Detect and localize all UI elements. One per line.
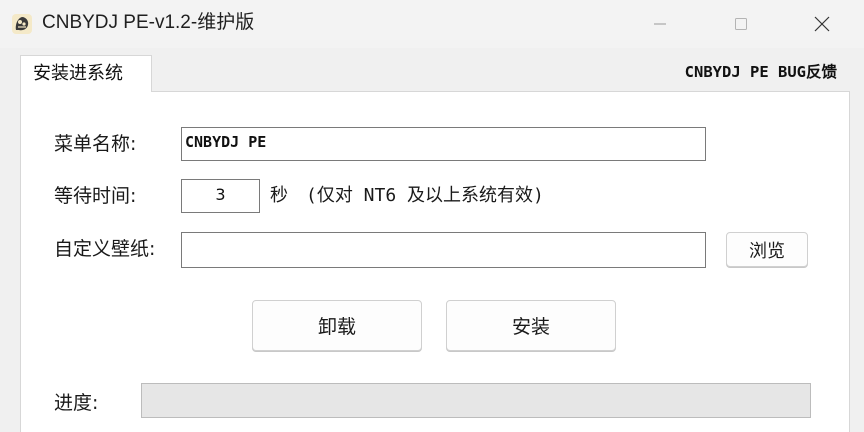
progress-label: 进度:	[54, 392, 99, 414]
wallpaper-input[interactable]	[181, 232, 706, 268]
wait-time-input[interactable]: 3	[181, 179, 260, 213]
window-title: CNBYDJ PE-v1.2-维护版	[42, 12, 255, 33]
menu-name-label: 菜单名称:	[54, 133, 137, 155]
close-icon	[814, 16, 830, 32]
close-button[interactable]	[800, 0, 844, 48]
install-button[interactable]: 安装	[446, 300, 616, 351]
title-bar: CNBYDJ PE-v1.2-维护版	[0, 0, 864, 48]
wait-time-label: 等待时间:	[54, 185, 137, 207]
app-icon	[10, 12, 34, 36]
uninstall-button[interactable]: 卸载	[252, 300, 422, 351]
browse-button[interactable]: 浏览	[726, 232, 808, 267]
minimize-button[interactable]	[638, 0, 682, 48]
minimize-icon	[654, 23, 666, 25]
tab-install-to-system[interactable]: 安装进系统	[20, 55, 152, 92]
wait-time-unit: 秒	[270, 185, 288, 206]
bug-feedback-link[interactable]: CNBYDJ PE BUG反馈	[685, 59, 837, 85]
menu-name-input[interactable]: CNBYDJ PE	[181, 127, 706, 161]
maximize-button[interactable]	[719, 0, 763, 48]
wallpaper-label: 自定义壁纸:	[54, 238, 156, 260]
progress-bar	[141, 383, 811, 418]
wait-time-note: (仅对 NT6 及以上系统有效)	[306, 185, 544, 206]
maximize-icon	[735, 18, 747, 30]
